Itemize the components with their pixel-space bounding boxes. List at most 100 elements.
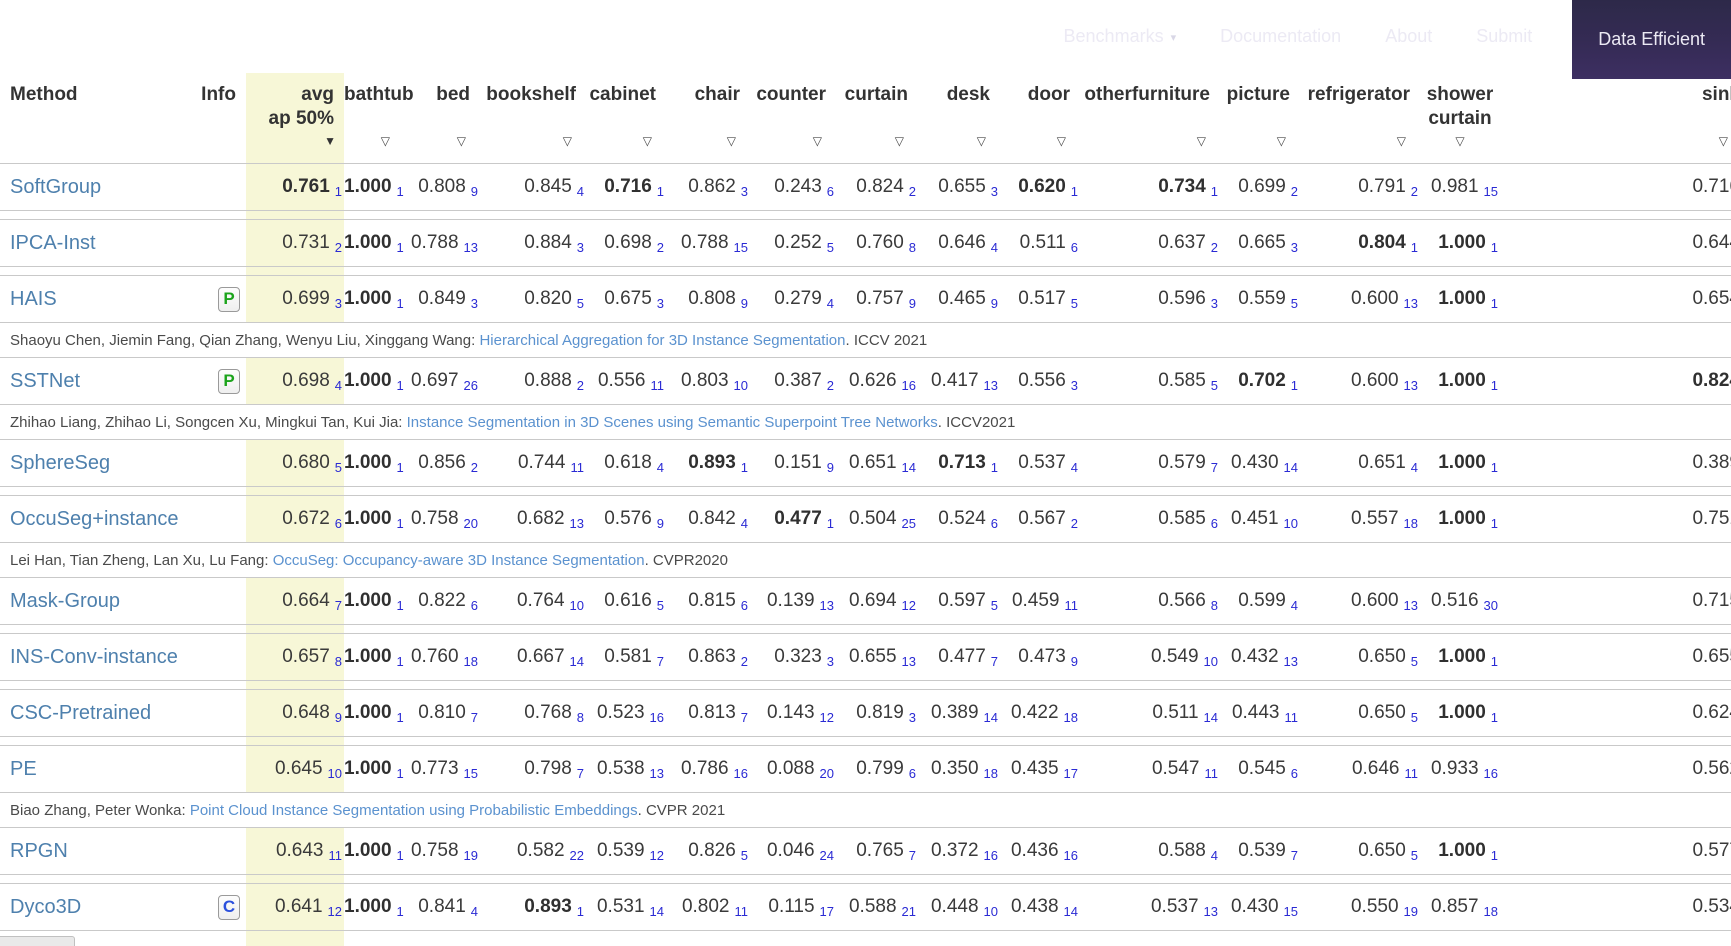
col-header-bookshelf[interactable]: bookshelf▽ [480,73,586,164]
col-header-otherfurniture[interactable]: otherfurniture▽ [1080,73,1220,164]
cell-refrigerator: 0.55718 [1300,496,1420,543]
method-link[interactable]: RPGN [10,840,68,862]
method-link[interactable]: HAIS [10,288,57,310]
col-header-counter[interactable]: counter▽ [750,73,836,164]
col-header-curtain[interactable]: curtain▽ [836,73,918,164]
cell-shower-curtain: 1.0001 [1420,634,1500,681]
method-cell: OccuSeg+instance [0,496,186,543]
cell-value: 0.716 [1692,176,1731,198]
paper-link[interactable]: OccuSeg: Occupancy-aware 3D Instance Seg… [273,552,645,569]
nav-item-documentation[interactable]: Documentation [1220,0,1341,73]
cell-value: 1.000 [344,896,392,918]
sort-arrow-otherfurniture[interactable]: ▽ [1197,135,1206,147]
cell-value: 0.863 [688,646,736,668]
cell-rank: 1 [741,460,748,475]
method-link[interactable]: SoftGroup [10,176,101,198]
nav-item-data-efficient[interactable]: Data Efficient [1572,0,1731,79]
sort-arrow-shower-curtain[interactable]: ▽ [1455,135,1464,147]
paper-link[interactable]: Hierarchical Aggregation for 3D Instance… [479,332,845,349]
col-header-label-cabinet: cabinet [586,73,666,107]
method-link[interactable]: PE [10,758,37,780]
col-header-bathtub[interactable]: bathtub▽ [344,73,404,164]
cell-rank: 3 [577,240,584,255]
col-header-picture[interactable]: picture▽ [1220,73,1300,164]
cell-rank: 3 [827,654,834,669]
sort-arrow-bookshelf[interactable]: ▽ [563,135,572,147]
nav-item-benchmarks[interactable]: Benchmarks▾ [1064,0,1177,73]
method-link[interactable]: INS-Conv-instance [10,646,178,668]
method-link[interactable]: CSC-Pretrained [10,702,151,724]
sort-arrow-bed[interactable]: ▽ [457,135,466,147]
cell-avg-ap-50: 0.6489 [246,690,344,737]
col-header-cabinet[interactable]: cabinet ▽ [586,73,666,164]
sort-arrow-desk[interactable]: ▽ [977,135,986,147]
info-badge-p[interactable]: P [218,287,240,312]
cell-rank: 3 [991,184,998,199]
cell-value: 1.000 [344,702,392,724]
cell-rank: 14 [984,710,998,725]
cell-counter: 0.4771 [750,496,836,543]
cell-value: 0.731 [282,232,330,254]
citation-authors: Zhihao Liang, Zhihao Li, Songcen Xu, Min… [10,414,407,431]
row-gap [0,267,1731,276]
col-header-label-shower-curtain: showercurtain [1420,73,1500,131]
method-link[interactable]: Mask-Group [10,590,120,612]
cell-rank: 15 [464,766,478,781]
method-cell: RPGN [0,828,186,875]
cell-bed: 0.8414 [404,884,480,931]
method-link[interactable]: Dyco3D [10,896,81,918]
info-badge-c[interactable]: C [218,895,240,920]
cell-value: 0.576 [604,508,652,530]
paper-link[interactable]: Instance Segmentation in 3D Scenes using… [407,414,938,431]
sort-arrow-picture[interactable]: ▽ [1277,135,1286,147]
cell-desk: 0.35018 [918,746,1000,793]
info-cell [186,164,246,211]
col-header-shower-curtain[interactable]: showercurtain ▽ [1420,73,1500,164]
method-link[interactable]: SphereSeg [10,452,110,474]
cell-value: 0.758 [411,508,459,530]
cell-rank: 9 [1071,654,1078,669]
info-badge-p[interactable]: P [218,369,240,394]
site-title[interactable]: ScanNet Benchmark [14,20,294,54]
cell-bookshelf: 0.8843 [480,220,586,267]
sort-arrow-cabinet[interactable]: ▽ [643,135,652,147]
col-header-avg-ap-50[interactable]: avgap 50%▼ [246,73,344,164]
nav-item-about[interactable]: About [1385,0,1432,73]
cell-counter: 0.11517 [750,884,836,931]
cell-value: 0.523 [597,702,645,724]
col-header-desk[interactable]: desk ▽ [918,73,1000,164]
cell-rank: 7 [335,598,342,613]
col-header-label-desk: desk [918,73,1000,107]
sort-arrow-door[interactable]: ▽ [1057,135,1066,147]
cell-rank: 9 [827,460,834,475]
cell-rank: 1 [397,710,404,725]
col-header-refrigerator[interactable]: refrigerator▽ [1300,73,1420,164]
cell-value: 0.682 [517,508,565,530]
cell-value: 0.810 [418,702,466,724]
sort-arrow-bathtub[interactable]: ▽ [381,135,390,147]
cell-rank: 1 [397,296,404,311]
col-header-sink[interactable]: sink▽ [1500,73,1731,164]
nav-item-submit[interactable]: Submit [1476,0,1532,73]
sort-arrow-curtain[interactable]: ▽ [895,135,904,147]
cell-cabinet: 0.7161 [586,164,666,211]
cell-rank: 6 [827,184,834,199]
col-header-bed[interactable]: bed▽ [404,73,480,164]
cell-value: 1.000 [344,176,392,198]
col-header-door[interactable]: door▽ [1000,73,1080,164]
cell-value: 1.000 [1438,508,1486,530]
method-link[interactable]: SSTNet [10,370,80,392]
info-cell [186,634,246,681]
paper-link[interactable]: Point Cloud Instance Segmentation using … [190,802,638,819]
sort-arrow-counter[interactable]: ▽ [813,135,822,147]
sort-arrow-avg-ap-50-active[interactable]: ▼ [324,135,336,147]
cell-shower-curtain: 1.0001 [1420,358,1500,405]
sort-arrow-refrigerator[interactable]: ▽ [1397,135,1406,147]
cell-rank: 15 [734,240,748,255]
method-link[interactable]: OccuSeg+instance [10,508,178,530]
method-link[interactable]: IPCA-Inst [10,232,96,254]
cell-value: 0.734 [1158,176,1206,198]
sort-arrow-sink[interactable]: ▽ [1719,135,1728,147]
sort-arrow-chair[interactable]: ▽ [727,135,736,147]
col-header-chair[interactable]: chair▽ [666,73,750,164]
